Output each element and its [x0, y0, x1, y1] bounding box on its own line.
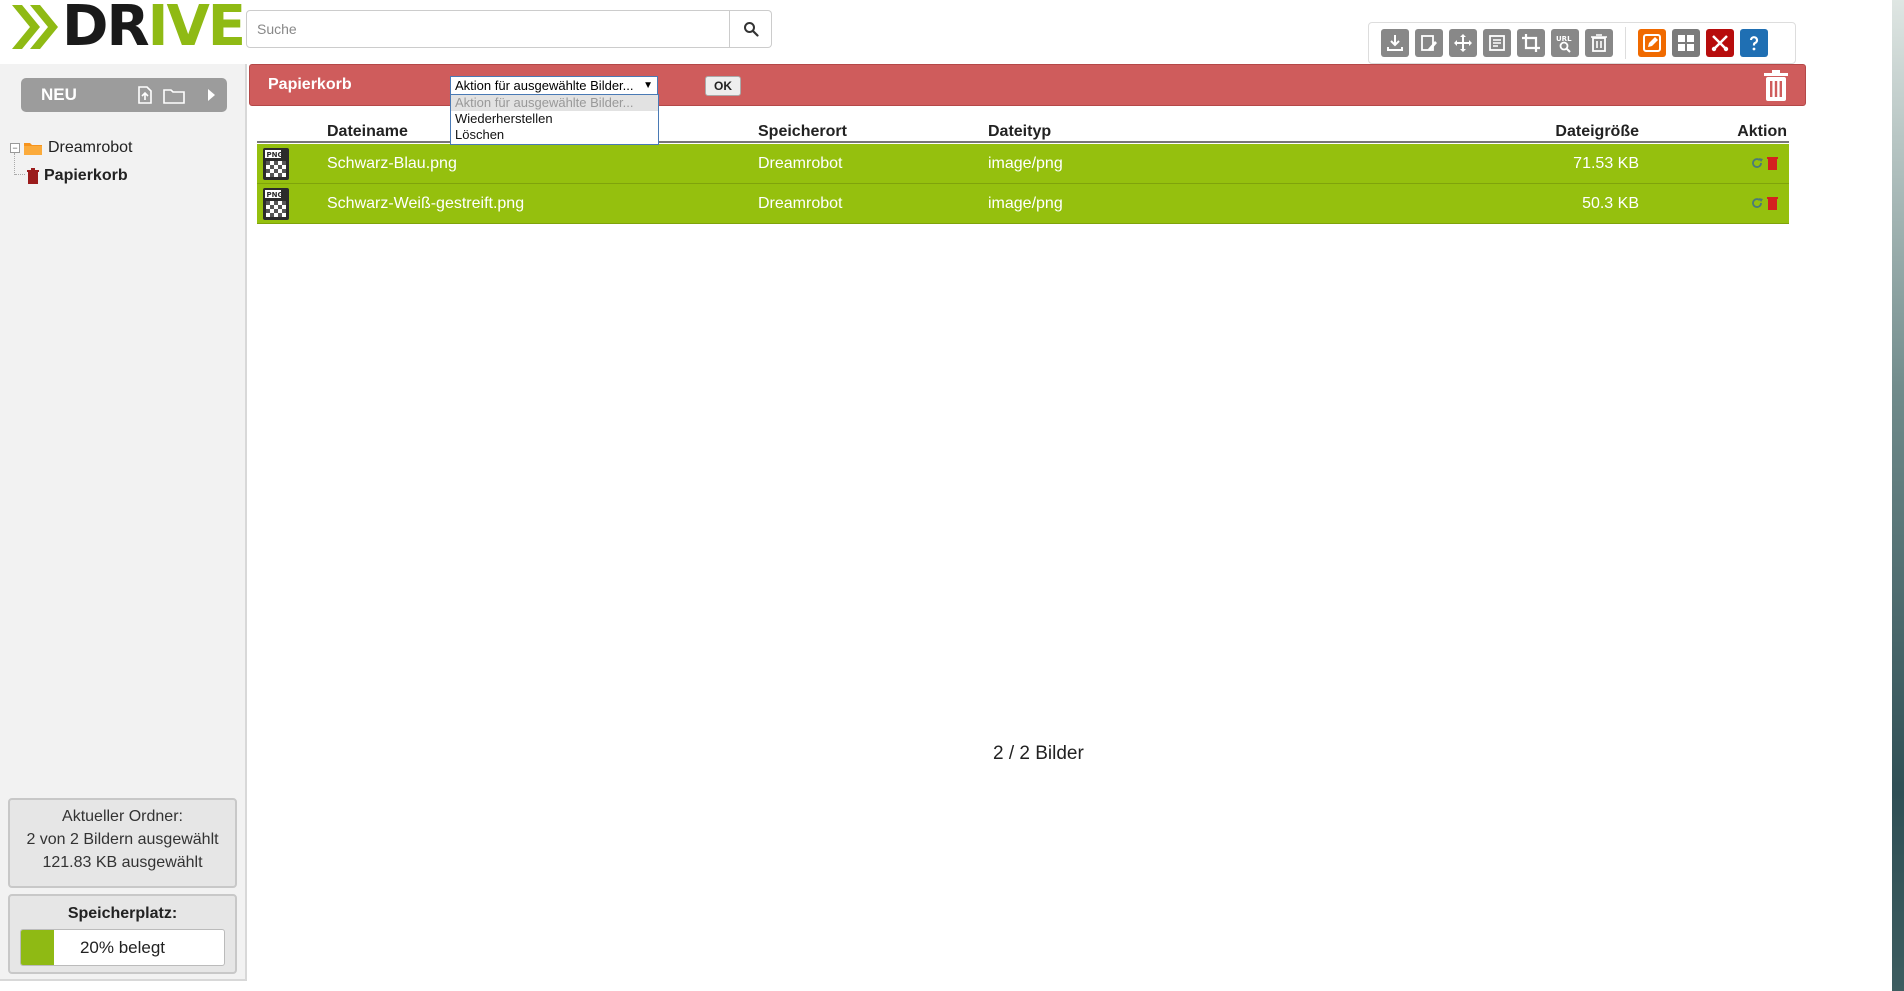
- search-icon: [743, 22, 759, 37]
- svg-text:PNG: PNG: [267, 151, 284, 159]
- chevrons-logo-icon: [12, 5, 58, 49]
- move-icon: [1454, 34, 1472, 52]
- tools-button[interactable]: [1706, 29, 1734, 57]
- help-button[interactable]: [1740, 29, 1768, 57]
- crop-icon: [1522, 34, 1540, 52]
- sidebar: NEU − Dreamrobot Papierkorb Aktueller Or…: [0, 64, 247, 981]
- info-line-selection: 2 von 2 Bildern ausgewählt: [26, 831, 219, 848]
- edit-mode-button[interactable]: [1638, 29, 1666, 57]
- tree-item-dreamrobot[interactable]: − Dreamrobot: [10, 134, 132, 162]
- row-actions: [1750, 156, 1779, 170]
- bulk-action-select-value: Aktion für ausgewählte Bilder...: [455, 78, 634, 93]
- search-bar: [246, 10, 772, 48]
- grid-view-icon: [1678, 35, 1694, 51]
- new-button[interactable]: NEU: [21, 78, 227, 112]
- row-file-type: image/png: [988, 155, 1063, 172]
- search-input[interactable]: [246, 10, 730, 48]
- row-location: Dreamrobot: [758, 155, 843, 172]
- new-button-icons: [137, 86, 217, 104]
- new-button-label: NEU: [41, 85, 77, 104]
- image-toolbar: URL: [1368, 22, 1796, 64]
- folder-icon: [24, 143, 42, 155]
- table-row[interactable]: PNG Schwarz-Weiß-gestreift.png Dreamrobo…: [257, 184, 1789, 224]
- storage-info: Speicherplatz: 20% belegt: [8, 894, 237, 974]
- tree-item-papierkorb[interactable]: Papierkorb: [10, 162, 132, 190]
- logo-text: DRIVE: [62, 0, 246, 59]
- rename-button[interactable]: [1483, 29, 1511, 57]
- folder-tree: − Dreamrobot Papierkorb: [10, 134, 132, 190]
- dropdown-option-delete[interactable]: Löschen: [451, 127, 658, 143]
- trash-icon[interactable]: [1763, 70, 1789, 102]
- column-header-location[interactable]: Speicherort: [758, 123, 847, 141]
- info-line-size: 121.83 KB ausgewählt: [42, 854, 203, 871]
- row-file-size: 50.3 KB: [1582, 195, 1639, 212]
- tools-icon: [1711, 35, 1729, 52]
- folder-title: Papierkorb: [268, 76, 352, 93]
- dropdown-arrow-icon: ▼: [643, 80, 653, 91]
- bulk-action-dropdown: Aktion für ausgewählte Bilder... Wiederh…: [450, 94, 659, 145]
- crop-button[interactable]: [1517, 29, 1545, 57]
- download-button[interactable]: [1381, 29, 1409, 57]
- toolbar-delete-button[interactable]: [1585, 29, 1613, 57]
- search-button[interactable]: [730, 10, 772, 48]
- tree-item-label: Papierkorb: [44, 167, 128, 184]
- rename-icon: [1489, 35, 1505, 51]
- dropdown-option-placeholder: Aktion für ausgewählte Bilder...: [451, 95, 658, 111]
- png-file-icon: PNG: [263, 148, 289, 180]
- column-header-type[interactable]: Dateityp: [988, 123, 1051, 141]
- row-file-name: Schwarz-Weiß-gestreift.png: [327, 195, 525, 212]
- tree-collapse-toggle[interactable]: −: [10, 143, 20, 153]
- url-search-icon: URL: [1556, 35, 1572, 53]
- column-header-action: Aktion: [1737, 123, 1787, 140]
- tree-item-label: Dreamrobot: [48, 139, 133, 156]
- edit-mode-icon: [1643, 34, 1661, 52]
- row-file-size: 71.53 KB: [1573, 155, 1639, 172]
- storage-progress-bar: 20% belegt: [20, 929, 225, 966]
- help-icon: [1749, 36, 1759, 51]
- row-location: Dreamrobot: [758, 195, 843, 212]
- new-folder-icon[interactable]: [163, 87, 185, 104]
- delete-icon[interactable]: [1766, 196, 1779, 210]
- row-file-type: image/png: [988, 195, 1063, 212]
- upload-file-icon[interactable]: [137, 86, 153, 104]
- dropdown-option-restore[interactable]: Wiederherstellen: [451, 111, 658, 127]
- row-file-name: Schwarz-Blau.png: [327, 155, 457, 172]
- download-icon: [1387, 35, 1403, 51]
- restore-icon[interactable]: [1750, 196, 1764, 210]
- trash-icon: [1591, 34, 1607, 52]
- column-header-size[interactable]: Dateigröße: [1555, 123, 1639, 141]
- url-search-button[interactable]: URL: [1551, 29, 1579, 57]
- storage-title: Speicherplatz:: [67, 905, 178, 922]
- bulk-action-select[interactable]: Aktion für ausgewählte Bilder... ▼: [450, 76, 658, 95]
- column-header-name[interactable]: Dateiname: [327, 123, 408, 141]
- expand-right-icon[interactable]: [205, 87, 217, 103]
- png-file-icon: PNG: [263, 188, 289, 220]
- drive-logo[interactable]: DRIVE: [12, 0, 246, 59]
- storage-progress-text: 20% belegt: [79, 938, 166, 957]
- restore-icon[interactable]: [1750, 156, 1764, 170]
- ok-button[interactable]: OK: [705, 76, 741, 96]
- table-row[interactable]: PNG Schwarz-Blau.png Dreamrobot image/pn…: [257, 144, 1789, 184]
- info-line-title: Aktueller Ordner:: [62, 808, 183, 825]
- row-actions: [1750, 196, 1779, 210]
- delete-icon[interactable]: [1766, 156, 1779, 170]
- move-button[interactable]: [1449, 29, 1477, 57]
- trash-icon: [27, 168, 39, 184]
- image-edit-button[interactable]: [1415, 29, 1443, 57]
- desktop-edge: [1892, 0, 1904, 991]
- image-edit-icon: [1421, 35, 1437, 51]
- current-folder-info: Aktueller Ordner: 2 von 2 Bildern ausgew…: [8, 798, 237, 888]
- image-count: 2 / 2 Bilder: [993, 743, 1084, 764]
- toolbar-separator: [1625, 27, 1626, 59]
- grid-view-button[interactable]: [1672, 29, 1700, 57]
- svg-text:PNG: PNG: [267, 191, 284, 199]
